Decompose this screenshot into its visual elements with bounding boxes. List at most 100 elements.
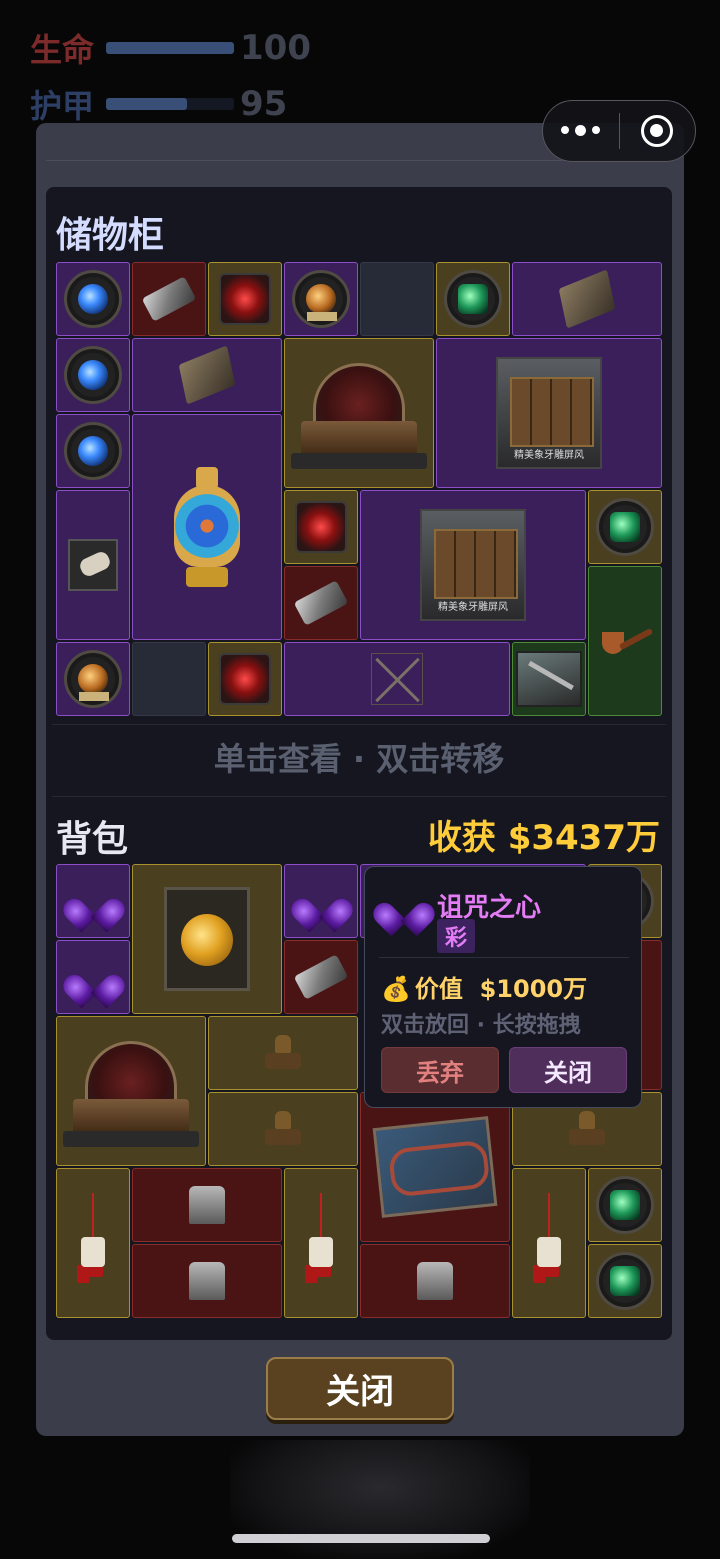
storage-slot[interactable] <box>132 262 206 336</box>
storage-slot[interactable] <box>284 566 358 640</box>
crossed-swords-icon <box>371 653 423 705</box>
sphinx-statue-icon <box>263 1033 303 1073</box>
emerald-orb-icon <box>596 1252 654 1310</box>
backpack-slot[interactable] <box>208 1016 358 1090</box>
tobacco-pipe-icon <box>598 626 652 656</box>
storage-slot[interactable] <box>284 262 358 336</box>
cursed-heart-icon <box>73 881 113 921</box>
backpack-slot[interactable] <box>360 1244 510 1318</box>
armor-label: 护甲 <box>30 87 95 125</box>
empty-slot[interactable] <box>132 642 206 716</box>
backpack-slot[interactable] <box>588 1244 662 1318</box>
blue-orb-icon <box>64 270 122 328</box>
red-ore-icon <box>219 273 271 325</box>
storage-title: 储物柜 <box>56 215 165 256</box>
stone-seal-icon <box>189 1262 225 1300</box>
storage-slot[interactable] <box>588 566 662 716</box>
empty-slot[interactable] <box>360 262 434 336</box>
close-button[interactable]: 关闭 <box>266 1357 454 1420</box>
storage-slot[interactable] <box>132 414 282 640</box>
metal-fragment-icon <box>293 954 349 1000</box>
emerald-orb-icon <box>444 270 502 328</box>
storage-slot[interactable] <box>512 642 586 716</box>
storage-slot[interactable] <box>284 490 358 564</box>
money-bag-icon: 💰 <box>381 975 411 1003</box>
storage-slot[interactable] <box>56 262 130 336</box>
scroll-icon <box>68 539 118 591</box>
jade-amulet-icon <box>529 1193 569 1293</box>
hp-row: 生命 100 <box>30 28 311 69</box>
cursed-heart-icon <box>301 881 341 921</box>
cloisonne-vase-icon <box>172 467 242 587</box>
amber-orb-icon <box>64 650 122 708</box>
painting-icon <box>516 651 582 707</box>
storage-grid: 精美象牙雕屏风 精美象牙雕屏风 <box>56 262 664 718</box>
backpack-slot[interactable] <box>360 1092 510 1242</box>
home-indicator <box>232 1534 490 1543</box>
red-ore-icon <box>219 653 271 705</box>
item-value-row: 💰 价值 $1000万 <box>381 969 587 1004</box>
divider <box>52 796 666 797</box>
storage-slot[interactable] <box>208 642 282 716</box>
hp-bar-fill <box>106 42 234 54</box>
emerald-orb-icon <box>596 1176 654 1234</box>
storage-slot[interactable]: 精美象牙雕屏风 <box>360 490 586 640</box>
storage-slot[interactable] <box>56 642 130 716</box>
backpack-slot[interactable] <box>132 1168 282 1242</box>
stone-seal-icon <box>189 1186 225 1224</box>
interaction-hint: 单击查看 · 双击转移 <box>213 740 505 778</box>
backpack-slot[interactable] <box>56 1168 130 1318</box>
storage-slot[interactable] <box>284 642 510 716</box>
backpack-slot[interactable] <box>208 1092 358 1166</box>
ivory-screen-icon: 精美象牙雕屏风 <box>420 509 526 621</box>
hp-bar <box>106 42 234 54</box>
blue-orb-icon <box>64 422 122 480</box>
miniprogram-capsule <box>542 100 696 162</box>
tooltip-divider <box>379 957 629 958</box>
screen-caption: 精美象牙雕屏风 <box>438 602 508 613</box>
crown-icon <box>291 357 427 469</box>
stone-seal-icon <box>417 1262 453 1300</box>
backpack-slot[interactable] <box>132 1244 282 1318</box>
storage-slot[interactable] <box>512 262 662 336</box>
backpack-slot[interactable] <box>284 864 358 938</box>
storage-slot[interactable] <box>56 338 130 412</box>
metal-fragment-icon <box>141 276 197 322</box>
item-tooltip: 诅咒之心 彩 💰 价值 $1000万 双击放回 · 长按拖拽 丢弃 关闭 <box>364 866 642 1108</box>
discard-button[interactable]: 丢弃 <box>381 1047 499 1093</box>
target-circle-icon[interactable] <box>620 115 696 147</box>
backpack-slot[interactable] <box>284 940 358 1014</box>
rarity-badge: 彩 <box>437 919 476 953</box>
backpack-slot[interactable] <box>512 1168 586 1318</box>
emerald-orb-icon <box>596 498 654 556</box>
harvest-total: 收获 $3437万 <box>427 818 660 858</box>
screen-caption: 精美象牙雕屏风 <box>514 450 584 461</box>
backpack-slot[interactable] <box>284 1168 358 1318</box>
backpack-slot[interactable] <box>56 864 130 938</box>
metal-plate-icon <box>558 269 616 329</box>
storage-slot[interactable] <box>436 262 510 336</box>
sphinx-statue-icon <box>263 1109 303 1149</box>
storage-slot[interactable] <box>56 414 130 488</box>
more-dots-icon[interactable] <box>543 124 619 136</box>
storage-slot[interactable] <box>588 490 662 564</box>
cursed-heart-icon <box>73 957 113 997</box>
storage-slot[interactable]: 精美象牙雕屏风 <box>436 338 662 488</box>
sphinx-statue-icon <box>567 1109 607 1149</box>
storage-slot[interactable] <box>56 490 130 640</box>
armor-value: 95 <box>240 84 288 124</box>
metal-fragment-icon <box>293 580 349 626</box>
backpack-slot[interactable] <box>56 940 130 1014</box>
metal-plate-icon <box>178 345 236 405</box>
dragon-tablet-icon <box>372 1116 498 1218</box>
golden-relic-icon <box>164 887 250 991</box>
divider <box>52 724 666 725</box>
backpack-slot[interactable] <box>588 1168 662 1242</box>
backpack-title: 背包 <box>56 819 129 860</box>
backpack-slot[interactable] <box>56 1016 206 1166</box>
storage-slot[interactable] <box>132 338 282 412</box>
storage-slot[interactable] <box>284 338 434 488</box>
storage-slot[interactable] <box>208 262 282 336</box>
backpack-slot[interactable] <box>132 864 282 1014</box>
tooltip-close-button[interactable]: 关闭 <box>509 1047 627 1093</box>
